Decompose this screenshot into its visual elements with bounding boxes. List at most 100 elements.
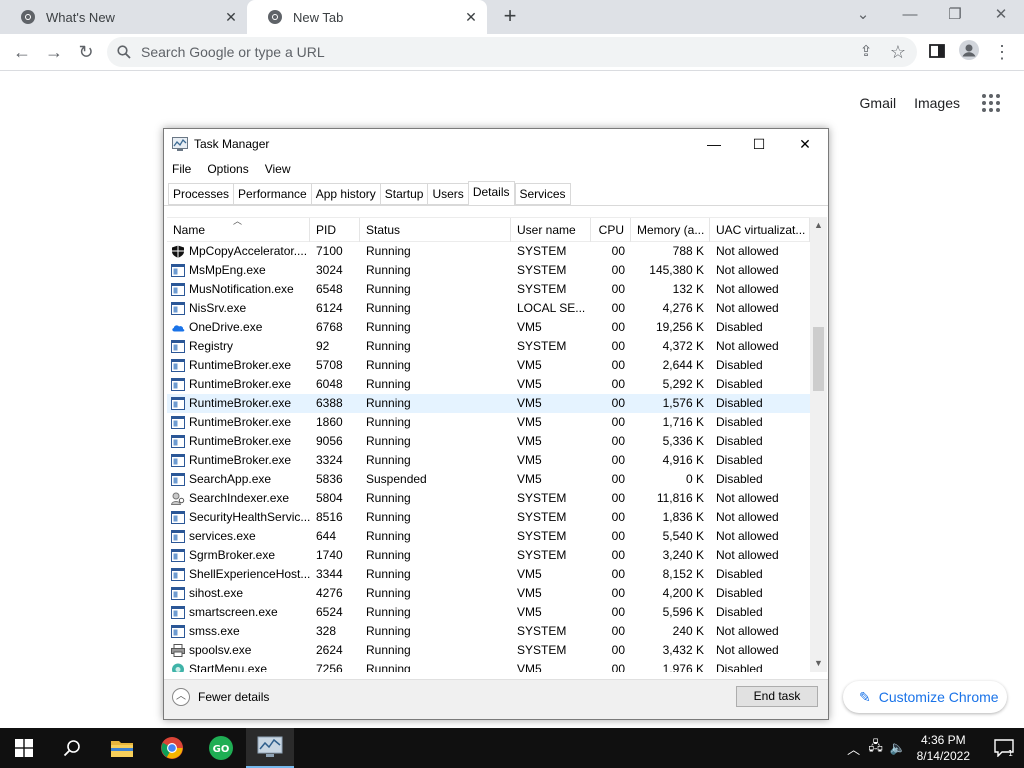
cell-name: MpCopyAccelerator....: [167, 242, 310, 261]
close-tab-icon[interactable]: ✕: [461, 9, 481, 26]
cell-uac-virtualization: Not allowed: [716, 263, 779, 277]
table-row[interactable]: RuntimeBroker.exe 9056 Running VM5 00 5,336 K…: [167, 432, 810, 451]
chrome-icon[interactable]: [148, 728, 196, 768]
table-row[interactable]: spoolsv.exe 2624 Running SYSTEM 00 3,432 K Not…: [167, 641, 810, 660]
table-row[interactable]: Registry 92 Running SYSTEM 00 4,372 K Not allo…: [167, 337, 810, 356]
task-manager-icon[interactable]: [246, 728, 294, 768]
close-button[interactable]: ✕: [782, 129, 828, 159]
scrollbar-thumb[interactable]: [813, 327, 824, 391]
close-tab-icon[interactable]: ✕: [221, 9, 241, 26]
back-arrow-icon[interactable]: ←: [10, 40, 34, 64]
gmail-link[interactable]: Gmail: [860, 95, 897, 111]
google-apps-icon[interactable]: [982, 94, 1000, 112]
cell-status: Running: [366, 339, 411, 353]
go-app-icon[interactable]: GO: [197, 728, 245, 768]
maximize-button[interactable]: ☐: [736, 129, 782, 159]
profile-avatar-icon[interactable]: [957, 40, 981, 64]
close-window-button[interactable]: ✕: [986, 4, 1016, 26]
cell-cpu: 00: [611, 491, 625, 505]
cell-status: Running: [366, 548, 411, 562]
network-icon[interactable]: 🖧: [865, 737, 887, 759]
images-link[interactable]: Images: [914, 95, 960, 111]
table-row[interactable]: RuntimeBroker.exe 1860 Running VM5 00 1,716 K…: [167, 413, 810, 432]
reload-icon[interactable]: ↻: [74, 40, 98, 64]
menu-file[interactable]: File: [164, 162, 199, 176]
table-row[interactable]: SecurityHealthServic... 8516 Running SYSTEM…: [167, 508, 810, 527]
minimize-button[interactable]: —: [691, 129, 737, 159]
task-manager-titlebar[interactable]: Task Manager — ☐ ✕: [164, 129, 828, 159]
tab-details[interactable]: Details: [467, 181, 515, 205]
table-row[interactable]: sihost.exe 4276 Running VM5 00 4,200 K Disable…: [167, 584, 810, 603]
table-row[interactable]: MsMpEng.exe 3024 Running SYSTEM 00 145,380 K N…: [167, 261, 810, 280]
tab-performance[interactable]: Performance: [233, 183, 311, 205]
chevron-up-icon[interactable]: ︿: [843, 739, 865, 758]
windows-start-icon[interactable]: [0, 728, 48, 768]
tab-processes[interactable]: Processes: [168, 183, 234, 205]
table-row[interactable]: RuntimeBroker.exe 5708 Running VM5 00 2,644 K…: [167, 356, 810, 375]
minimize-button[interactable]: —: [895, 4, 925, 26]
tab-startup[interactable]: Startup: [379, 183, 428, 205]
omnibox[interactable]: Search Google or type a URL: [107, 37, 917, 67]
tab-services[interactable]: Services: [514, 183, 571, 205]
notification-center-icon[interactable]: 1: [984, 728, 1024, 768]
process-name: spoolsv.exe: [189, 643, 252, 657]
table-row[interactable]: smss.exe 328 Running SYSTEM 00 240 K Not allow…: [167, 622, 810, 641]
table-row[interactable]: MusNotification.exe 6548 Running SYSTEM 00 13…: [167, 280, 810, 299]
table-row[interactable]: RuntimeBroker.exe 6048 Running VM5 00 5,292 K…: [167, 375, 810, 394]
forward-arrow-icon[interactable]: →: [42, 40, 66, 64]
table-row[interactable]: SearchApp.exe 5836 Suspended VM5 00 0 K Disabl…: [167, 470, 810, 489]
windows-taskbar: GO ︿ 🖧 🔈 4:36 PM 8/14/2022 1: [0, 728, 1024, 768]
table-row[interactable]: SearchIndexer.exe 5804 Running SYSTEM 00 11,8…: [167, 489, 810, 508]
column-header-status[interactable]: Status: [360, 218, 511, 242]
column-header-memory[interactable]: Memory (a...: [631, 218, 710, 242]
cell-memory: 4,200 K: [662, 586, 704, 600]
menu-options[interactable]: Options: [199, 162, 256, 176]
share-icon[interactable]: ⇪: [854, 40, 878, 64]
cell-cpu: 00: [611, 358, 625, 372]
table-row[interactable]: smartscreen.exe 6524 Running VM5 00 5,596 K Di…: [167, 603, 810, 622]
table-row[interactable]: SgrmBroker.exe 1740 Running SYSTEM 00 3,240 K…: [167, 546, 810, 565]
new-tab-button[interactable]: +: [498, 4, 522, 28]
column-header-cpu[interactable]: CPU: [591, 218, 631, 242]
table-row[interactable]: StartMenu.exe 7256 Running VM5 00 1,976 K Disa…: [167, 660, 810, 672]
table-row[interactable]: MpCopyAccelerator.... 7100 Running SYSTEM 00…: [167, 242, 810, 261]
end-task-button[interactable]: End task: [736, 686, 818, 707]
fewer-details-button[interactable]: ︿ Fewer details: [172, 688, 269, 706]
column-header-uac-virtualization[interactable]: UAC virtualizat...: [710, 218, 810, 242]
tab-users[interactable]: Users: [427, 183, 468, 205]
table-row[interactable]: NisSrv.exe 6124 Running LOCAL SE... 00 4,276 …: [167, 299, 810, 318]
cell-uac-virtualization: Not allowed: [716, 282, 779, 296]
cell-uac-virtualization: Not allowed: [716, 244, 779, 258]
menu-view[interactable]: View: [257, 162, 299, 176]
file-explorer-icon[interactable]: [98, 728, 146, 768]
kebab-menu-icon[interactable]: ⋮: [990, 40, 1014, 64]
tab-new-tab[interactable]: New Tab ✕: [247, 0, 487, 34]
table-row[interactable]: OneDrive.exe 6768 Running VM5 00 19,256 K Disa…: [167, 318, 810, 337]
column-header-pid[interactable]: PID: [310, 218, 360, 242]
cell-name: SearchApp.exe: [167, 470, 310, 489]
printer-icon: [171, 644, 185, 657]
scroll-up-icon[interactable]: ▲: [810, 217, 827, 234]
restore-button[interactable]: ❐: [940, 4, 970, 26]
table-row[interactable]: RuntimeBroker.exe 3324 Running VM5 00 4,916 K…: [167, 451, 810, 470]
tab-app-history[interactable]: App history: [310, 183, 380, 205]
search-icon[interactable]: [48, 728, 96, 768]
volume-icon[interactable]: 🔈: [887, 740, 909, 756]
column-header-name[interactable]: Name ︿: [167, 218, 310, 242]
clock[interactable]: 4:36 PM 8/14/2022: [917, 732, 970, 764]
table-row[interactable]: RuntimeBroker.exe 6388 Running VM5 00 1,576 K…: [167, 394, 810, 413]
cell-memory: 1,576 K: [662, 396, 704, 410]
customize-chrome-button[interactable]: ✎ Customize Chrome: [843, 681, 1007, 713]
scroll-down-icon[interactable]: ▼: [810, 655, 827, 672]
column-header-user-name[interactable]: User name: [511, 218, 591, 242]
side-panel-icon[interactable]: [925, 40, 949, 64]
chrome-icon: [268, 10, 282, 24]
tab-whats-new[interactable]: What's New ✕: [0, 0, 247, 34]
cell-pid: 6524: [316, 605, 343, 619]
bookmark-star-icon[interactable]: ☆: [886, 40, 910, 64]
window-icon: [171, 264, 185, 277]
vertical-scrollbar[interactable]: ▲ ▼: [810, 217, 827, 672]
search-tabs-icon[interactable]: ⌄: [848, 4, 878, 26]
table-row[interactable]: services.exe 644 Running SYSTEM 00 5,540 K Not…: [167, 527, 810, 546]
table-row[interactable]: ShellExperienceHost.... 3344 Running VM5 00 8…: [167, 565, 810, 584]
